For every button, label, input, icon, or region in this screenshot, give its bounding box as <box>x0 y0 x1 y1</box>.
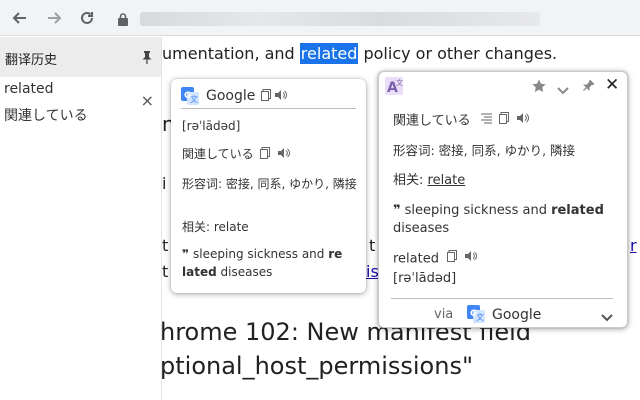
translation-row: 関連している <box>182 145 291 164</box>
text-before: umentation, and <box>162 44 300 63</box>
related-words: 相关: relate <box>182 220 249 234</box>
svg-text:文: 文 <box>396 78 403 87</box>
adjective-definitions: 形容词: 密接, 同系, ゆかり, 隣接 <box>182 177 357 191</box>
phonetic: [rəˈlādəd] <box>182 119 241 133</box>
speaker-icon[interactable] <box>464 250 478 268</box>
speaker-icon[interactable] <box>274 86 288 105</box>
copy-icon[interactable] <box>447 250 458 268</box>
page-link[interactable]: is <box>366 262 379 281</box>
pin-icon[interactable] <box>141 49 153 68</box>
copy-icon[interactable] <box>498 112 509 130</box>
close-icon[interactable]: ✕ <box>605 75 619 95</box>
google-translation-popup: G 文 Google [rəˈlādəd] 関連している 形容词: 密接, 同系… <box>171 79 366 293</box>
sidebar-title: 翻译历史 <box>5 53 58 68</box>
selected-word[interactable]: related <box>299 43 359 64</box>
svg-text:文: 文 <box>190 94 198 104</box>
translator-logo-icon: A 文 <box>385 77 403 95</box>
quote-icon: ❞ <box>393 203 401 218</box>
engine-name: Google <box>206 87 256 104</box>
speaker-icon[interactable] <box>277 146 291 164</box>
engine-name: Google <box>492 307 542 323</box>
chevron-down-icon[interactable] <box>557 80 569 99</box>
phonetic: [rəˈlādəd] <box>393 271 457 286</box>
page-text-line: umentation, and related policy or other … <box>162 43 558 64</box>
engine-selector[interactable]: via G 文 Google <box>391 298 613 326</box>
via-label: via <box>434 307 454 322</box>
svg-text:文: 文 <box>476 312 484 322</box>
page-link[interactable]: r <box>630 236 637 255</box>
quote-icon: ❞ <box>182 247 190 261</box>
star-icon[interactable] <box>532 78 546 97</box>
list-icon[interactable] <box>480 112 492 130</box>
forward-arrow-icon[interactable] <box>42 6 66 30</box>
section-heading-continued: ptional_host_permissions" <box>160 352 473 380</box>
related-words: 相关: relate <box>393 173 466 188</box>
translation-history-sidebar: 翻译历史 related 関連している × <box>0 37 162 400</box>
history-word[interactable]: related <box>4 81 54 97</box>
chevron-down-icon[interactable] <box>601 307 613 326</box>
engine-header: G 文 Google <box>181 83 356 109</box>
sidebar-header: 翻译历史 <box>0 37 161 77</box>
translator-popup: A 文 ✕ 関連している 形容词: 密接, 同系, ゆかり, 隣接 相关: re… <box>378 71 628 328</box>
translation-text: 関連している <box>393 113 471 129</box>
lock-icon[interactable] <box>118 11 128 30</box>
back-arrow-icon[interactable] <box>8 6 32 30</box>
browser-toolbar <box>0 0 640 36</box>
reload-icon[interactable] <box>75 6 99 30</box>
page-fragment: t <box>162 236 169 255</box>
speaker-icon[interactable] <box>516 112 529 130</box>
translation-text: 関連している <box>182 147 254 161</box>
related-word-link[interactable]: relate <box>428 173 466 188</box>
source-word: related <box>393 251 439 267</box>
adjective-definitions: 形容词: 密接, 同系, ゆかり, 隣接 <box>393 143 576 158</box>
history-translation: 関連している <box>4 108 88 124</box>
text-after: policy or other changes. <box>358 44 558 63</box>
address-bar[interactable] <box>140 12 540 26</box>
translation-row: 関連している <box>393 112 529 131</box>
popup-header: A 文 ✕ <box>379 72 627 100</box>
word-row: related <box>393 250 478 269</box>
example-sentence: ❞ sleeping sickness and re lated diseases <box>182 247 343 279</box>
google-translate-icon: G 文 <box>467 305 485 323</box>
page-fragment: t <box>162 262 169 281</box>
copy-icon[interactable] <box>261 86 272 105</box>
pin-icon[interactable] <box>581 78 595 97</box>
page-fragment: i <box>162 174 167 193</box>
google-translate-icon: G 文 <box>181 86 199 105</box>
example-sentence: ❞ sleeping sickness and related diseases <box>393 203 604 236</box>
copy-icon[interactable] <box>260 146 271 164</box>
close-icon[interactable]: × <box>141 93 154 109</box>
page-fragment: t <box>369 236 376 255</box>
